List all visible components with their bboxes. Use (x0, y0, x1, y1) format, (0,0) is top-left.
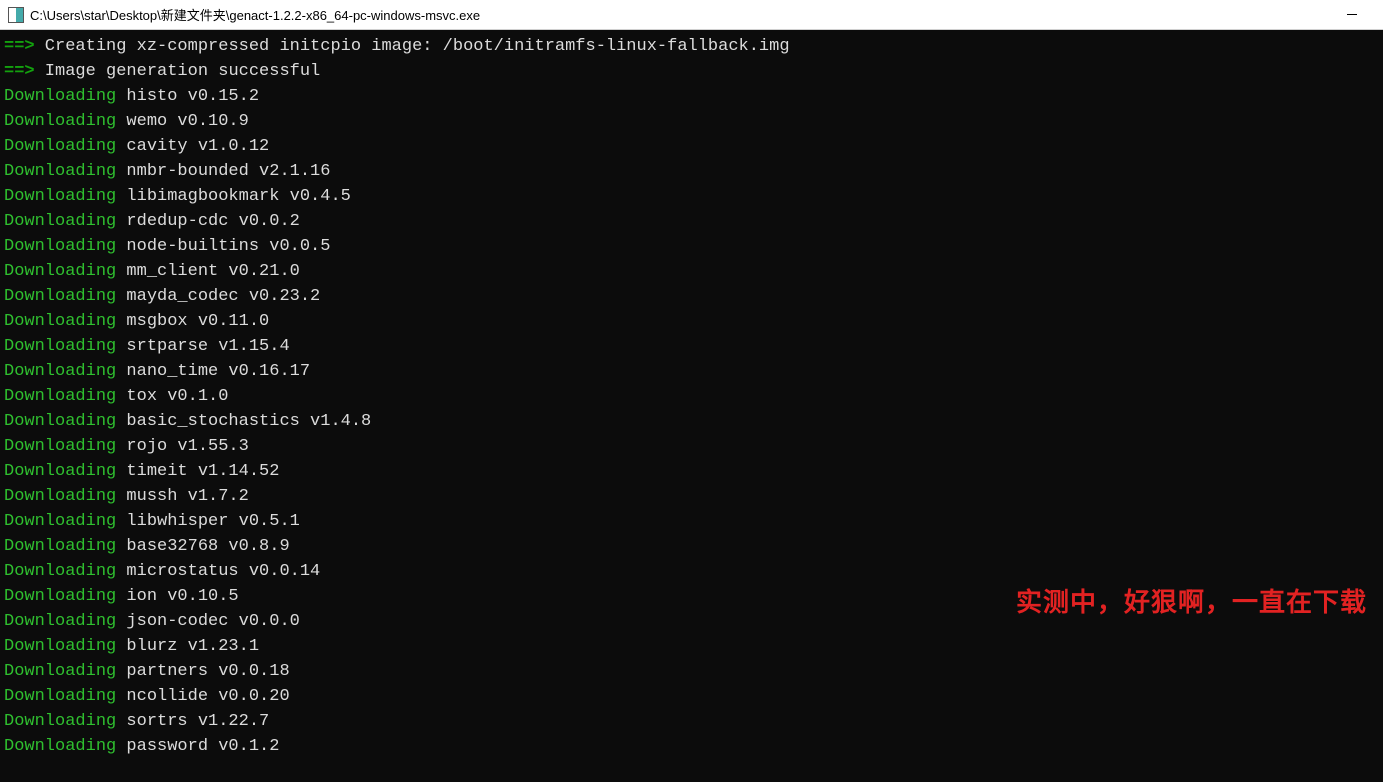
terminal-line: Downloading basic_stochastics v1.4.8 (4, 409, 1383, 434)
download-package: nano_time v0.16.17 (116, 362, 310, 381)
download-label: Downloading (4, 537, 116, 556)
download-package: rdedup-cdc v0.0.2 (116, 212, 300, 231)
terminal-line: Downloading timeit v1.14.52 (4, 459, 1383, 484)
download-label: Downloading (4, 512, 116, 531)
download-package: password v0.1.2 (116, 737, 279, 756)
window-title: C:\Users\star\Desktop\新建文件夹\genact-1.2.2… (30, 5, 1337, 24)
download-label: Downloading (4, 337, 116, 356)
download-package: partners v0.0.18 (116, 662, 289, 681)
download-label: Downloading (4, 362, 116, 381)
download-label: Downloading (4, 412, 116, 431)
download-package: basic_stochastics v1.4.8 (116, 412, 371, 431)
download-package: rojo v1.55.3 (116, 437, 249, 456)
terminal-output[interactable]: ==> Creating xz-compressed initcpio imag… (0, 30, 1383, 782)
prompt-arrow: ==> (4, 37, 35, 56)
app-icon (8, 7, 24, 23)
download-package: ncollide v0.0.20 (116, 687, 289, 706)
terminal-line: Downloading cavity v1.0.12 (4, 134, 1383, 159)
download-label: Downloading (4, 687, 116, 706)
overlay-annotation: 实测中，好狠啊，一直在下载 (1016, 590, 1367, 615)
download-package: tox v0.1.0 (116, 387, 228, 406)
terminal-line: Downloading microstatus v0.0.14 (4, 559, 1383, 584)
download-label: Downloading (4, 712, 116, 731)
download-label: Downloading (4, 587, 116, 606)
download-label: Downloading (4, 387, 116, 406)
header-text: Creating xz-compressed initcpio image: /… (35, 37, 790, 56)
download-label: Downloading (4, 287, 116, 306)
terminal-line: Downloading libimagbookmark v0.4.5 (4, 184, 1383, 209)
terminal-line: Downloading rdedup-cdc v0.0.2 (4, 209, 1383, 234)
download-package: blurz v1.23.1 (116, 637, 259, 656)
download-package: libimagbookmark v0.4.5 (116, 187, 351, 206)
header-text: Image generation successful (35, 62, 321, 81)
app-window: C:\Users\star\Desktop\新建文件夹\genact-1.2.2… (0, 0, 1383, 782)
download-label: Downloading (4, 487, 116, 506)
download-package: json-codec v0.0.0 (116, 612, 300, 631)
terminal-line: Downloading mussh v1.7.2 (4, 484, 1383, 509)
terminal-line: Downloading mayda_codec v0.23.2 (4, 284, 1383, 309)
download-label: Downloading (4, 562, 116, 581)
terminal-line: Downloading nmbr-bounded v2.1.16 (4, 159, 1383, 184)
terminal-line: Downloading ncollide v0.0.20 (4, 684, 1383, 709)
download-package: wemo v0.10.9 (116, 112, 249, 131)
terminal-line: Downloading msgbox v0.11.0 (4, 309, 1383, 334)
download-label: Downloading (4, 612, 116, 631)
terminal-line: Downloading tox v0.1.0 (4, 384, 1383, 409)
titlebar[interactable]: C:\Users\star\Desktop\新建文件夹\genact-1.2.2… (0, 0, 1383, 30)
download-label: Downloading (4, 312, 116, 331)
download-label: Downloading (4, 162, 116, 181)
download-package: srtparse v1.15.4 (116, 337, 289, 356)
download-package: base32768 v0.8.9 (116, 537, 289, 556)
download-package: msgbox v0.11.0 (116, 312, 269, 331)
minimize-button[interactable] (1337, 4, 1367, 26)
download-label: Downloading (4, 212, 116, 231)
download-package: mayda_codec v0.23.2 (116, 287, 320, 306)
window-controls (1337, 4, 1375, 26)
terminal-line: Downloading wemo v0.10.9 (4, 109, 1383, 134)
download-package: microstatus v0.0.14 (116, 562, 320, 581)
download-package: mm_client v0.21.0 (116, 262, 300, 281)
terminal-line: ==> Creating xz-compressed initcpio imag… (4, 34, 1383, 59)
download-package: histo v0.15.2 (116, 87, 259, 106)
download-package: nmbr-bounded v2.1.16 (116, 162, 330, 181)
download-label: Downloading (4, 187, 116, 206)
terminal-line: Downloading rojo v1.55.3 (4, 434, 1383, 459)
download-package: ion v0.10.5 (116, 587, 238, 606)
download-label: Downloading (4, 87, 116, 106)
terminal-line: Downloading histo v0.15.2 (4, 84, 1383, 109)
terminal-line: Downloading srtparse v1.15.4 (4, 334, 1383, 359)
terminal-line: Downloading password v0.1.2 (4, 734, 1383, 759)
terminal-line: ==> Image generation successful (4, 59, 1383, 84)
terminal-line: Downloading libwhisper v0.5.1 (4, 509, 1383, 534)
download-label: Downloading (4, 437, 116, 456)
download-label: Downloading (4, 237, 116, 256)
download-label: Downloading (4, 737, 116, 756)
terminal-line: Downloading sortrs v1.22.7 (4, 709, 1383, 734)
download-label: Downloading (4, 637, 116, 656)
download-label: Downloading (4, 112, 116, 131)
terminal-line: Downloading node-builtins v0.0.5 (4, 234, 1383, 259)
download-package: timeit v1.14.52 (116, 462, 279, 481)
download-package: mussh v1.7.2 (116, 487, 249, 506)
terminal-line: Downloading nano_time v0.16.17 (4, 359, 1383, 384)
download-label: Downloading (4, 662, 116, 681)
download-label: Downloading (4, 137, 116, 156)
download-package: cavity v1.0.12 (116, 137, 269, 156)
download-package: sortrs v1.22.7 (116, 712, 269, 731)
terminal-line: Downloading blurz v1.23.1 (4, 634, 1383, 659)
terminal-line: Downloading partners v0.0.18 (4, 659, 1383, 684)
terminal-line: Downloading mm_client v0.21.0 (4, 259, 1383, 284)
download-package: libwhisper v0.5.1 (116, 512, 300, 531)
prompt-arrow: ==> (4, 62, 35, 81)
download-label: Downloading (4, 262, 116, 281)
download-label: Downloading (4, 462, 116, 481)
terminal-line: Downloading base32768 v0.8.9 (4, 534, 1383, 559)
download-package: node-builtins v0.0.5 (116, 237, 330, 256)
